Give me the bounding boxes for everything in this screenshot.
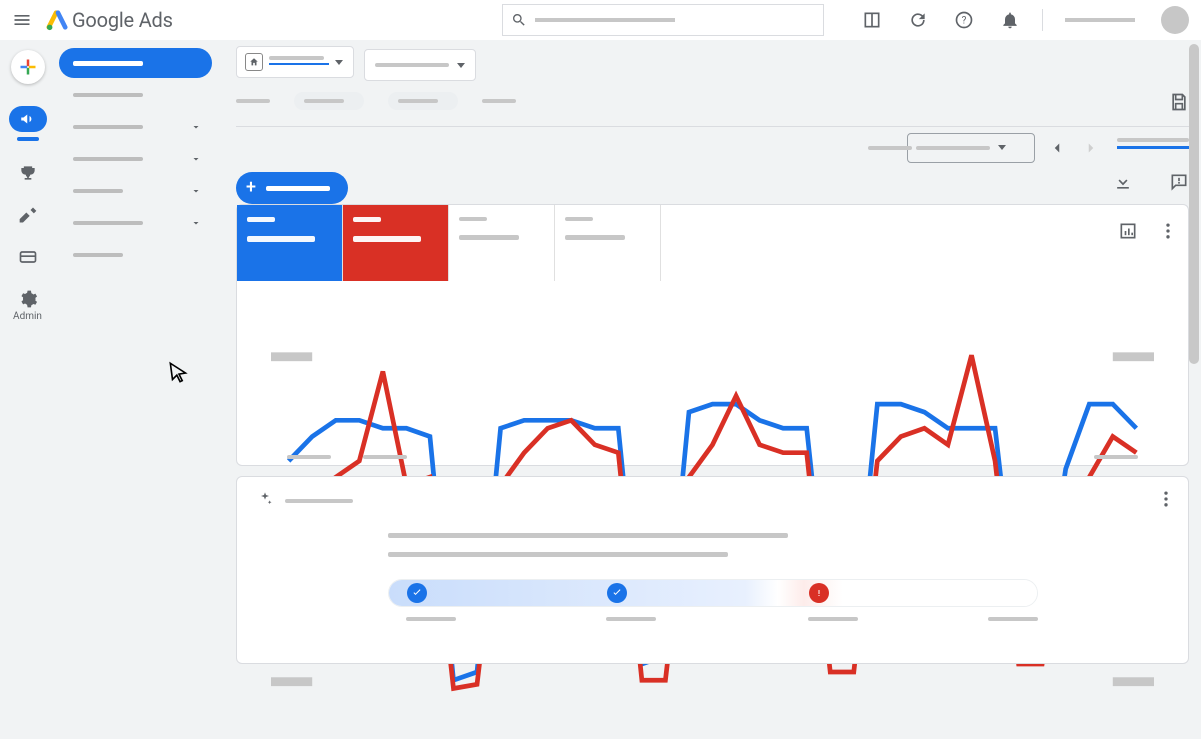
onboarding-subheading [388,552,728,557]
content-area: + [220,40,1201,601]
metric-tiles [237,205,661,281]
sidepanel-item-active[interactable] [59,48,212,78]
separator [1042,9,1043,31]
left-rail: Admin [0,40,55,601]
svg-text:?: ? [962,15,967,26]
account-switcher-label[interactable] [1065,18,1135,22]
campaign-selector[interactable] [364,49,476,81]
onboarding-heading [388,533,788,538]
search-icon [511,12,527,28]
recommendations-title [285,499,353,503]
sidepanel-item[interactable] [59,144,212,174]
step-label [988,617,1038,621]
step-label [808,617,858,621]
more-icon[interactable] [1158,221,1178,245]
breadcrumb-item[interactable] [482,99,516,103]
date-range-selector[interactable] [907,133,1035,163]
scope-toolbar [236,46,476,81]
feedback-icon[interactable] [1169,172,1189,196]
gear-icon [18,289,38,309]
search-placeholder [535,18,675,22]
step-label [606,617,656,621]
metric-tile-cost[interactable] [555,205,661,281]
rail-tools[interactable] [11,205,45,225]
home-icon [245,53,263,71]
performance-card [236,204,1189,466]
save-view-icon[interactable] [1169,92,1189,116]
metric-tile-impr[interactable] [343,205,449,281]
wrench-icon [18,205,38,225]
rail-admin-label: Admin [13,311,42,322]
date-next-button[interactable] [1079,136,1103,160]
product-logo[interactable]: Google Ads [46,8,173,32]
rail-goals[interactable] [11,163,45,183]
scrollbar-thumb[interactable] [1189,44,1199,364]
date-prev-button[interactable] [1045,136,1069,160]
sidepanel-item[interactable]: ▾ [59,240,212,270]
rail-campaigns[interactable] [11,106,45,141]
recommendations-card [236,476,1189,664]
sidepanel-item[interactable]: ▾ [59,80,212,110]
step-done-icon [407,583,427,603]
ai-sparkle-icon [257,491,273,511]
cursor-icon [166,360,192,390]
plus-icon: + [246,179,256,197]
search-input[interactable] [502,4,824,36]
chevron-down-icon [190,185,202,197]
create-button[interactable] [11,50,45,84]
refresh-icon[interactable] [908,10,928,30]
chevron-down-icon [190,217,202,229]
metric-tile-clicks[interactable] [237,205,343,281]
sidepanel-item[interactable] [59,208,212,238]
tab-summary[interactable] [1117,146,1189,149]
chart-x-label [1094,455,1138,459]
more-icon[interactable] [1156,489,1176,513]
filter-chip[interactable] [294,92,364,110]
download-icon[interactable] [1113,172,1133,196]
account-selector[interactable] [236,46,354,78]
help-icon[interactable]: ? [954,10,974,30]
step-label [406,617,456,621]
trophy-icon [18,163,38,183]
chevron-down-icon [190,121,202,133]
filter-chip[interactable] [388,92,458,110]
avatar[interactable] [1161,6,1189,34]
plus-multicolor-icon [18,57,38,77]
menu-icon[interactable] [12,10,32,30]
side-panel: ▾ ▾ [55,40,220,601]
step-done-icon [607,583,627,603]
breadcrumb-item[interactable] [236,99,270,103]
chart-options-icon[interactable] [1118,221,1138,245]
step-error-icon [809,583,829,603]
chart-x-label [363,455,407,459]
chevron-down-icon [998,145,1006,150]
chevron-down-icon [190,153,202,165]
rail-billing[interactable] [11,247,45,267]
insights-icon[interactable] [862,10,882,30]
product-name: Google Ads [72,8,173,32]
sidepanel-item[interactable] [59,176,212,206]
chevron-down-icon [335,60,343,65]
card-icon [18,247,38,267]
rail-admin[interactable]: Admin [11,289,45,322]
new-campaign-button[interactable]: + [236,172,348,204]
sidepanel-item[interactable] [59,112,212,142]
onboarding-progress[interactable] [388,579,1038,607]
notifications-icon[interactable] [1000,10,1020,30]
view-label [868,146,912,150]
view-controls [236,126,1189,168]
metric-tile-cpc[interactable] [449,205,555,281]
breadcrumb [236,92,516,110]
ads-logo-icon [46,9,68,31]
chart-x-label [287,455,331,459]
chevron-down-icon [457,63,465,68]
megaphone-icon [9,106,47,132]
